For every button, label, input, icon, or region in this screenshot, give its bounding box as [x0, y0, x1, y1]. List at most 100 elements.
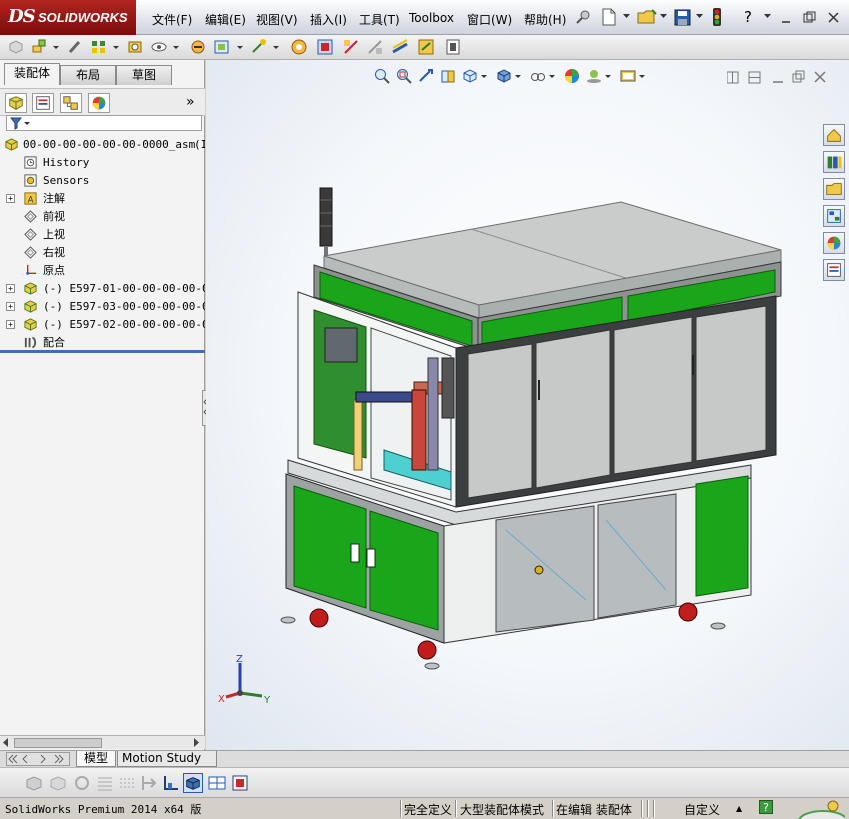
- interference-detection-icon[interactable]: [366, 38, 384, 56]
- rebuild-icon[interactable]: [712, 7, 722, 27]
- menu-bar: DS SOLIDWORKS 文件(F) 编辑(E) 视图(V) 插入(I) 工具…: [0, 0, 849, 35]
- explode-line-sketch-icon[interactable]: [342, 38, 360, 56]
- mate-icon[interactable]: [31, 38, 49, 56]
- display-manager-icon[interactable]: [88, 93, 110, 113]
- tab-scroll-arrows[interactable]: [6, 752, 70, 766]
- new-motion-study-icon[interactable]: [250, 38, 268, 56]
- shaded-with-edges-icon[interactable]: [24, 773, 44, 793]
- shaded-icon[interactable]: [48, 773, 68, 793]
- rx-indicator-icon[interactable]: [795, 799, 845, 819]
- move-component-icon[interactable]: [126, 38, 144, 56]
- manager-tabs: »: [0, 88, 205, 116]
- tree-filter-box[interactable]: [6, 115, 202, 131]
- tree-item-label: 配合: [43, 336, 65, 349]
- filter-icon[interactable]: [10, 117, 32, 130]
- view-layout-icon[interactable]: [207, 773, 227, 793]
- tree-root-label: 00-00-00-00-00-00-0000_asm: [23, 138, 196, 151]
- definition-status: 完全定义: [404, 803, 453, 817]
- section-view-toolbar-icon[interactable]: [139, 773, 159, 793]
- solidworks-logo[interactable]: DS SOLIDWORKS: [0, 0, 136, 35]
- scrollbar-thumb[interactable]: [14, 738, 102, 748]
- hidden-lines-visible-icon[interactable]: [117, 773, 137, 793]
- graphics-area[interactable]: Z X Y: [206, 60, 849, 750]
- menu-insert[interactable]: 插入(I): [310, 11, 347, 28]
- isometric-view-icon[interactable]: [183, 773, 203, 793]
- restore-icon[interactable]: [803, 11, 816, 24]
- tab-layout[interactable]: 布局: [60, 65, 116, 85]
- horizontal-scrollbar[interactable]: [0, 735, 205, 749]
- tab-sketch[interactable]: 草图: [116, 65, 172, 85]
- save-icon[interactable]: [674, 9, 691, 26]
- open-folder-icon[interactable]: [637, 8, 657, 26]
- tree-item-label: 上视: [43, 228, 65, 241]
- clearance-verification-icon[interactable]: [391, 38, 409, 56]
- help-icon[interactable]: ?: [744, 8, 752, 26]
- menu-tools[interactable]: 工具(T): [359, 11, 400, 28]
- chevron-down-icon[interactable]: [272, 38, 280, 56]
- hidden-lines-removed-icon[interactable]: [72, 773, 92, 793]
- chevron-down-icon[interactable]: [696, 14, 704, 20]
- expand-toggle[interactable]: +: [6, 284, 15, 293]
- speedpak-icon[interactable]: [444, 38, 462, 56]
- more-tabs-icon[interactable]: »: [186, 94, 195, 110]
- configuration-manager-icon[interactable]: [60, 93, 82, 113]
- machine-model[interactable]: [206, 60, 849, 750]
- reference-triad: Z X Y: [218, 653, 278, 716]
- tree-item-label: History: [43, 156, 90, 169]
- linear-pattern-icon[interactable]: [90, 38, 108, 56]
- tab-model[interactable]: 模型: [76, 751, 116, 767]
- wireframe-icon[interactable]: [95, 773, 115, 793]
- instant3d-icon[interactable]: [417, 38, 435, 56]
- chevron-down-icon[interactable]: [660, 14, 668, 20]
- view-toolbar: [0, 767, 849, 797]
- smart-fasteners-icon[interactable]: [66, 38, 84, 56]
- assembly-features-icon[interactable]: [189, 38, 207, 56]
- tree-item-label: (-) E597-03-00-00-00-00-000: [43, 300, 205, 313]
- triad-x-label: X: [218, 694, 225, 705]
- tab-assembly[interactable]: 装配体: [4, 63, 60, 85]
- reference-geometry-icon[interactable]: [213, 38, 231, 56]
- chevron-down-icon[interactable]: [623, 14, 631, 20]
- insert-components-icon[interactable]: [7, 38, 25, 56]
- signal-tower[interactable]: [319, 187, 333, 260]
- chevron-down-icon[interactable]: [236, 38, 244, 56]
- normal-to-icon[interactable]: [161, 773, 181, 793]
- camera-view-icon[interactable]: [230, 773, 250, 793]
- subassembly-icon: [24, 300, 37, 313]
- menu-window[interactable]: 窗口(W): [467, 11, 512, 28]
- menu-help[interactable]: 帮助(H): [524, 11, 566, 28]
- menu-toolbox[interactable]: Toolbox: [409, 11, 454, 25]
- feature-tree: 00-00-00-00-00-00-0000_asm (I History Sen…: [0, 136, 205, 351]
- new-document-icon[interactable]: [601, 8, 617, 26]
- expand-toggle[interactable]: +: [6, 302, 15, 311]
- unit-system[interactable]: 自定义: [684, 801, 720, 818]
- logo-ds-mark: DS: [8, 6, 36, 27]
- expand-toggle[interactable]: +: [6, 194, 15, 203]
- unit-menu-icon[interactable]: ▲: [736, 804, 742, 813]
- chevron-down-icon[interactable]: [52, 38, 60, 56]
- show-hidden-components-icon[interactable]: [150, 38, 168, 56]
- menu-file[interactable]: 文件(F): [152, 11, 192, 28]
- menu-edit[interactable]: 编辑(E): [205, 11, 246, 28]
- expand-toggle[interactable]: +: [6, 320, 15, 329]
- chevron-down-icon[interactable]: [112, 38, 120, 56]
- minimize-icon[interactable]: [780, 12, 792, 24]
- property-manager-icon[interactable]: [32, 93, 54, 113]
- subassembly-icon: [24, 282, 37, 295]
- close-icon[interactable]: [827, 11, 840, 24]
- menu-view[interactable]: 视图(V): [256, 11, 298, 28]
- scroll-right-icon[interactable]: [193, 738, 201, 747]
- large-assembly-mode[interactable]: 大型装配体模式: [460, 801, 544, 818]
- assembly-icon: [5, 138, 18, 151]
- panel-splitter[interactable]: [0, 350, 205, 353]
- chevron-down-icon[interactable]: [172, 38, 180, 56]
- pin-icon[interactable]: [575, 9, 591, 25]
- scroll-left-icon[interactable]: [2, 738, 10, 747]
- tree-item-label: Sensors: [43, 174, 90, 187]
- bill-of-materials-icon[interactable]: [290, 38, 308, 56]
- tab-motion-study[interactable]: Motion Study 1: [117, 751, 217, 780]
- feature-manager-icon[interactable]: [5, 93, 27, 113]
- quick-tips-icon[interactable]: ?: [759, 800, 773, 814]
- exploded-view-icon[interactable]: [316, 38, 334, 56]
- chevron-down-icon[interactable]: [764, 14, 772, 20]
